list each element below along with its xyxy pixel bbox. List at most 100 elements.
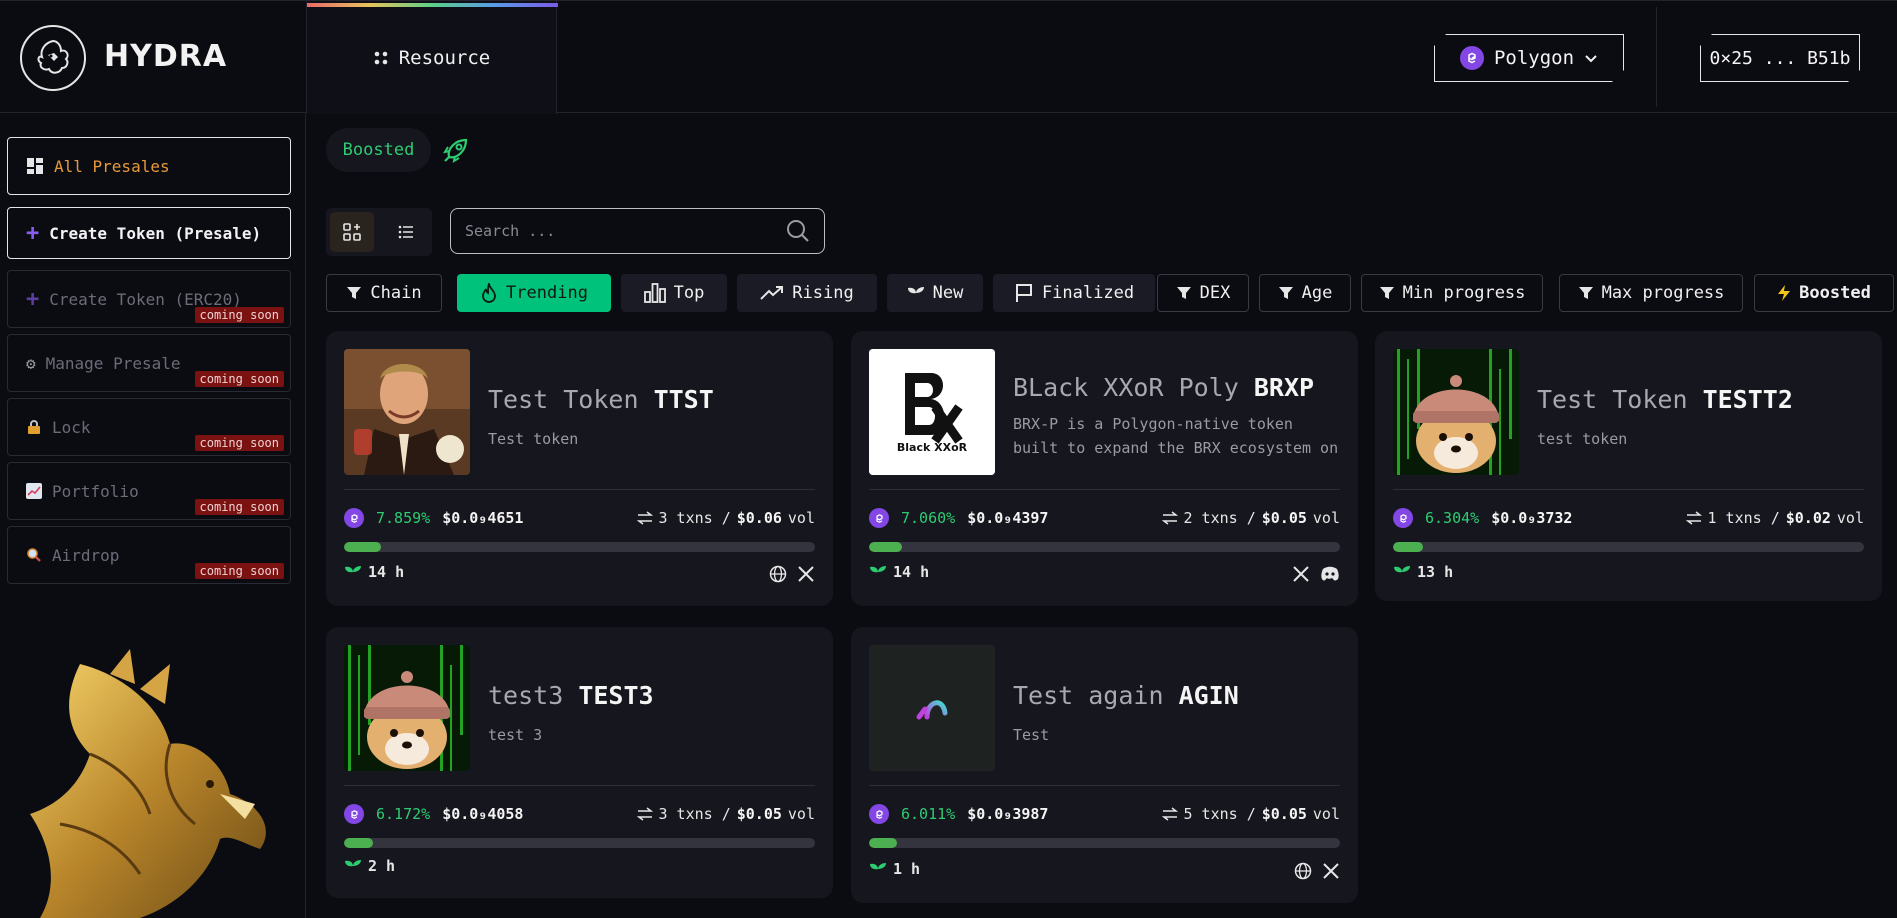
polygon-icon: [344, 508, 364, 528]
filter-top-button[interactable]: Top: [621, 274, 727, 312]
token-card[interactable]: Test again AGIN Test 6.011% $0.0₉3987 5 …: [851, 627, 1358, 903]
filter-max-progress-button[interactable]: Max progress: [1559, 274, 1743, 312]
polygon-icon: [344, 804, 364, 824]
token-symbol: TTST: [653, 385, 714, 414]
txn-count: 5 txns /: [1183, 805, 1256, 823]
filter-age-button[interactable]: Age: [1259, 274, 1351, 312]
coming-soon-badge: coming soon: [194, 563, 284, 579]
token-description: test 3: [488, 726, 543, 744]
sprout-icon: [870, 566, 886, 580]
sidebar-item-portfolio[interactable]: Portfolio coming soon: [7, 462, 291, 520]
search-input[interactable]: [465, 222, 786, 240]
golden-dragon-illustration: [30, 649, 266, 918]
x-twitter-icon[interactable]: [1292, 565, 1310, 583]
tab-resource[interactable]: Resource: [306, 1, 558, 114]
token-age: 1 h: [869, 860, 920, 878]
progress-fill: [869, 542, 902, 552]
sidebar-item-create-token-presale[interactable]: + Create Token (Presale): [7, 207, 291, 259]
token-image: [869, 645, 995, 771]
grid-view-button[interactable]: [330, 212, 374, 252]
divider: [869, 785, 1340, 786]
social-links: [1292, 565, 1340, 583]
token-image: Black XXoR: [869, 349, 995, 475]
token-symbol: TEST3: [578, 681, 654, 710]
wallet-button[interactable]: 0×25 ... B51b: [1700, 34, 1860, 82]
discord-icon[interactable]: [1320, 565, 1340, 583]
token-card[interactable]: Test Token TESTT2 test token 6.304% $0.0…: [1375, 331, 1882, 601]
flag-icon: [1015, 284, 1032, 302]
filter-new-button[interactable]: New: [887, 274, 983, 312]
funnel-icon: [347, 287, 362, 299]
token-card[interactable]: Black XXoR BLack XXoR Poly BRXP BRX-P is…: [851, 331, 1358, 606]
header-divider: [1656, 7, 1657, 107]
progress-percent: 7.859%: [376, 509, 431, 527]
progress-bar: [1393, 542, 1864, 552]
grid-add-icon: [343, 223, 361, 241]
token-name: Test Token: [1537, 385, 1688, 414]
volume-value: $0.02: [1785, 509, 1831, 527]
globe-icon[interactable]: [1294, 862, 1312, 880]
search-icon[interactable]: [786, 219, 810, 243]
filter-rising-button[interactable]: Rising: [737, 274, 877, 312]
sidebar-item-airdrop[interactable]: Airdrop coming soon: [7, 526, 291, 584]
token-price: $0.0₉3732: [1491, 509, 1573, 527]
txn-volume: 3 txns / $0.06 vol: [636, 509, 815, 527]
x-twitter-icon[interactable]: [1322, 862, 1340, 880]
token-stats: 6.172% $0.0₉4058 3 txns / $0.05 vol: [344, 802, 815, 826]
progress-fill: [1393, 542, 1423, 552]
token-description: Test: [1013, 726, 1050, 744]
x-twitter-icon[interactable]: [797, 565, 815, 583]
sidebar-item-label: Manage Presale: [45, 353, 181, 373]
rocket-icon[interactable]: [441, 135, 471, 165]
lightning-icon: [1778, 285, 1791, 301]
token-description: BRX-P is a Polygon-native token built to…: [1013, 415, 1339, 457]
filter-dex-button[interactable]: DEX: [1157, 274, 1249, 312]
social-links: [769, 565, 815, 583]
progress-percent: 6.304%: [1425, 509, 1480, 527]
sprout-icon: [345, 860, 361, 874]
list-icon: [398, 225, 413, 239]
sidebar-item-create-token-erc20[interactable]: + Create Token (ERC20) coming soon: [7, 270, 291, 328]
progress-percent: 6.011%: [901, 805, 956, 823]
filter-boosted-button[interactable]: Boosted: [1754, 274, 1894, 312]
sprout-icon: [870, 863, 886, 877]
filter-label: Rising: [792, 283, 854, 303]
filter-min-progress-button[interactable]: Min progress: [1361, 274, 1543, 312]
trending-up-icon: [760, 286, 784, 300]
sidebar-item-all-presales[interactable]: All Presales: [7, 137, 291, 195]
hydra-logo-icon[interactable]: [20, 25, 86, 91]
tab-boosted[interactable]: Boosted: [326, 128, 431, 172]
token-image: [1393, 349, 1519, 475]
filter-label: Max progress: [1601, 283, 1725, 303]
globe-icon[interactable]: [769, 565, 787, 583]
brx-logo-text: Black XXoR: [897, 441, 968, 454]
chevron-down-icon: [1584, 51, 1598, 65]
progress-bar: [344, 838, 815, 848]
filter-finalized-button[interactable]: Finalized: [993, 274, 1155, 312]
progress-fill: [869, 838, 898, 848]
progress-bar: [869, 838, 1340, 848]
filter-trending-button[interactable]: Trending: [457, 274, 611, 312]
token-price: $0.0₉4058: [442, 805, 524, 823]
volume-unit: vol: [787, 509, 815, 527]
filter-label: Chain: [370, 283, 422, 303]
progress-percent: 7.060%: [901, 509, 956, 527]
token-card[interactable]: test3 TEST3 test 3 6.172% $0.0₉4058 3 tx…: [326, 627, 833, 898]
token-stats: 7.859% $0.0₉4651 3 txns / $0.06 vol: [344, 506, 815, 530]
chain-selector[interactable]: Polygon: [1434, 34, 1624, 82]
token-symbol: TESTT2: [1702, 385, 1793, 414]
txn-count: 3 txns /: [658, 805, 731, 823]
filter-chain-button[interactable]: Chain: [326, 274, 442, 312]
list-view-button[interactable]: [384, 212, 428, 252]
filter-label: New: [932, 283, 964, 303]
sidebar-item-manage-presale[interactable]: ⚙ Manage Presale coming soon: [7, 334, 291, 392]
age-value: 1 h: [893, 860, 921, 878]
token-title: test3 TEST3: [488, 681, 654, 710]
funnel-icon: [1278, 287, 1293, 299]
token-age: 14 h: [344, 563, 404, 581]
magnifier-icon: [27, 548, 41, 562]
token-stats: 6.011% $0.0₉3987 5 txns / $0.05 vol: [869, 802, 1340, 826]
grid-dots-icon: [374, 51, 388, 64]
token-card[interactable]: Test Token TTST Test token 7.859% $0.0₉4…: [326, 331, 833, 606]
sidebar-item-lock[interactable]: Lock coming soon: [7, 398, 291, 456]
